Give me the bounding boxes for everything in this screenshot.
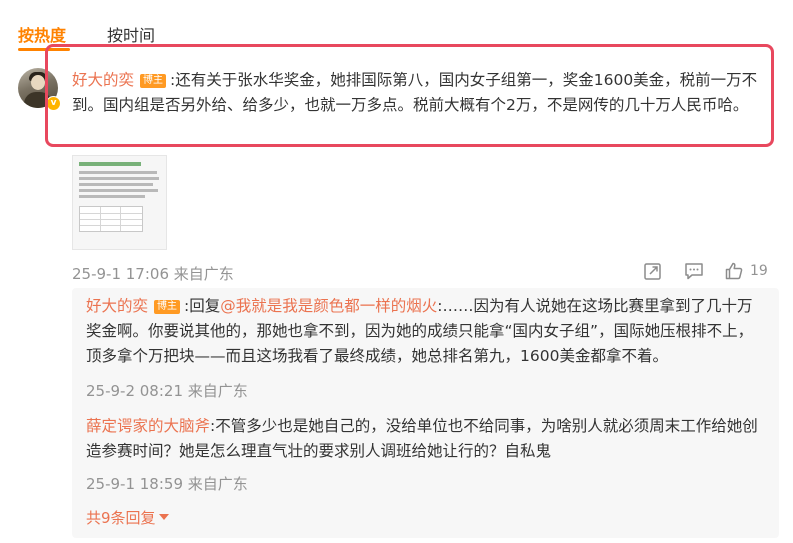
like-icon[interactable] [724,261,744,281]
blogger-tag: 博主 [140,74,167,88]
comment-username[interactable]: 好大的奕 [72,71,134,89]
comment-body: :还有关于张水华奖金，她排国际第八，国内女子组第一，奖金1600美金，税前一万不… [72,71,758,114]
reply-2: 薛定谔家的大脑斧:不管多少也是她自己的，没给单位也不给同事，为啥别人就必须周末工… [86,414,766,464]
reply-1: 好大的奕 博主:回复@我就是我是颜色都一样的烟火:……因为有人说她在这场比赛里拿到… [86,294,766,369]
share-icon[interactable] [643,261,663,281]
more-replies-label: 共9条回复 [86,509,156,527]
blogger-tag: 博主 [154,300,181,314]
tab-hot[interactable]: 按热度 [18,22,66,46]
reply-prefix: :回复 [184,297,221,315]
reply-timestamp: 25-9-2 08:21 来自广东 [86,382,248,400]
comment-icon[interactable] [684,261,704,281]
main-comment: 好大的奕 博主:还有关于张水华奖金，她排国际第八，国内女子组第一，奖金1600美金… [72,68,762,118]
reply-timestamp: 25-9-1 18:59 来自广东 [86,475,248,493]
like-count: 19 [750,263,768,279]
reply-username[interactable]: 薛定谔家的大脑斧 [86,417,210,435]
comment-timestamp: 25-9-1 17:06 来自广东 [72,265,234,283]
chevron-down-icon [158,514,169,520]
mention-link[interactable]: @我就是我是颜色都一样的烟火 [220,297,437,315]
more-replies-link[interactable]: 共9条回复 [86,507,169,528]
image-thumbnail[interactable] [72,155,167,250]
reply-panel: 好大的奕 博主:回复@我就是我是颜色都一样的烟火:……因为有人说她在这场比赛里拿到… [72,288,779,538]
reply-username[interactable]: 好大的奕 [86,297,148,315]
tab-time[interactable]: 按时间 [107,22,155,46]
